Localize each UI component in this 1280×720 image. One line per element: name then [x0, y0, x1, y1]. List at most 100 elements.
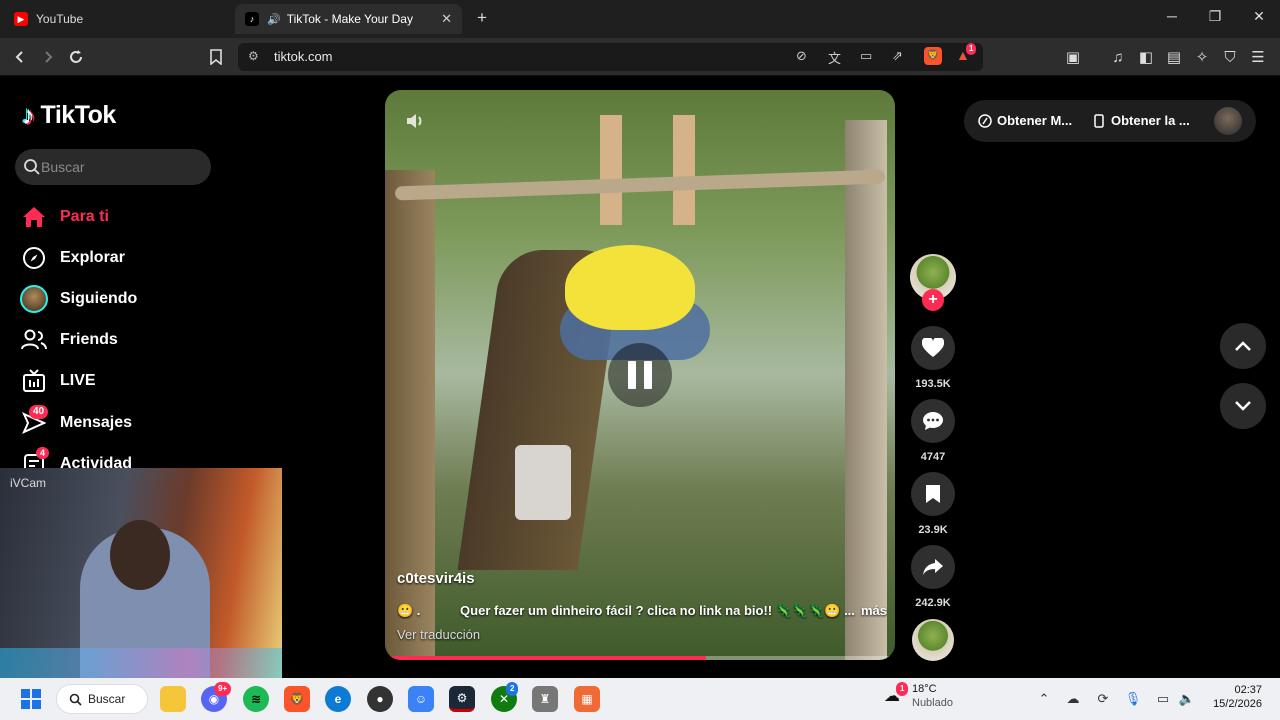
share-arrow-icon[interactable] [911, 545, 955, 589]
tab-title: TikTok - Make Your Day [286, 12, 413, 26]
address-bar[interactable]: ⚙ tiktok.com ⊘ 文 ▭ ⇗ 🦁 ▲ 1 [238, 43, 983, 71]
nav-para-ti[interactable]: Para ti [20, 202, 109, 232]
music-icon[interactable]: ♫ [1108, 47, 1128, 67]
like-action[interactable]: 193.5K [910, 326, 956, 390]
video-scene-bag [515, 445, 571, 520]
windows-start-icon[interactable] [18, 686, 44, 712]
steam-icon[interactable]: ⚙ [449, 686, 475, 712]
bookmark-save-icon[interactable] [911, 472, 955, 516]
spotify-icon[interactable]: ≋ [243, 686, 269, 712]
speaker-icon[interactable]: 🔊 [267, 13, 281, 26]
video-author[interactable]: c0tesvir4is [397, 570, 475, 587]
network-icon[interactable]: ▭ [1154, 690, 1172, 708]
get-app-label: Obtener la ... [1111, 113, 1190, 128]
brave-shields-icon[interactable]: 🦁 [924, 47, 942, 65]
sync-icon[interactable]: ⟳ [1094, 690, 1112, 708]
microphone-icon[interactable]: 🎙 [1124, 690, 1142, 708]
caption-prefix: 😬 . [397, 603, 421, 618]
vpn-shield-icon[interactable]: ⛉ [1220, 47, 1240, 67]
video-scene-legs [600, 115, 695, 225]
video-progress-fill [385, 656, 707, 660]
profile-avatar[interactable] [1214, 107, 1242, 135]
maximize-icon[interactable]: ❐ [1205, 8, 1225, 25]
chevron-down-icon [1235, 401, 1251, 411]
media-off-icon[interactable]: ⊘ [796, 48, 807, 64]
comment-icon[interactable] [911, 399, 955, 443]
like-count: 193.5K [915, 378, 951, 390]
app-icon[interactable]: ● [367, 686, 393, 712]
see-translation-link[interactable]: Ver traducción [397, 627, 480, 642]
get-more-button[interactable]: Obtener M... [978, 113, 1072, 128]
pause-button[interactable] [608, 343, 672, 407]
music-disc-avatar[interactable] [912, 619, 954, 661]
nav-live[interactable]: LIVE [20, 366, 96, 396]
forward-icon[interactable] [38, 47, 58, 67]
reader-mode-icon[interactable]: ▣ [1063, 47, 1083, 67]
nav-siguiendo[interactable]: Siguiendo [20, 284, 137, 314]
volume-tray-icon[interactable]: 🔈 [1178, 690, 1196, 708]
follow-button[interactable]: + [922, 289, 944, 311]
brave-browser-icon[interactable]: 🦁 [284, 686, 310, 712]
discord-badge: 9+ [214, 682, 232, 696]
caption-text: Quer fazer um dinheiro fácil ? clica no … [460, 603, 855, 618]
game-app-icon[interactable]: ♜ [532, 686, 558, 712]
bookmark-icon[interactable] [206, 47, 226, 67]
weather-widget[interactable]: 18°C Nublado [912, 683, 953, 709]
reload-icon[interactable] [66, 47, 86, 67]
site-settings-icon[interactable]: ⚙ [248, 49, 259, 63]
search-box[interactable] [15, 149, 211, 185]
search-input[interactable] [41, 157, 201, 177]
wallet-icon[interactable]: ▤ [1164, 47, 1184, 67]
previous-video-button[interactable] [1220, 323, 1266, 369]
nav-explorar[interactable]: Explorar [20, 243, 125, 273]
nav-label: LIVE [60, 372, 96, 389]
back-icon[interactable] [10, 47, 30, 67]
video-player[interactable]: c0tesvir4is 😬 . Quer fazer um dinheiro f… [385, 90, 895, 660]
taskbar-search[interactable]: Buscar [56, 684, 148, 714]
close-tab-icon[interactable]: ✕ [441, 11, 452, 27]
minimize-icon[interactable]: ─ [1162, 8, 1182, 24]
comment-action[interactable]: 4747 [910, 399, 956, 463]
translate-icon[interactable]: 文 [828, 48, 841, 67]
chevron-up-tray-icon[interactable]: ⌃ [1035, 690, 1053, 708]
tab-title: YouTube [36, 12, 84, 26]
caption-more-link[interactable]: más [861, 603, 887, 618]
leo-ai-icon[interactable]: ✧ [1192, 47, 1212, 67]
get-more-label: Obtener M... [997, 113, 1073, 128]
cast-icon[interactable]: ▭ [860, 48, 872, 64]
edge-icon[interactable]: e [325, 686, 351, 712]
tab-tiktok[interactable]: ♪ 🔊 TikTok - Make Your Day ✕ [235, 4, 462, 34]
menu-icon[interactable]: ☰ [1248, 47, 1268, 67]
share-action[interactable]: 242.9K [910, 545, 956, 609]
cloud-off-icon[interactable]: ☁ [1064, 690, 1082, 708]
file-explorer-icon[interactable] [160, 686, 186, 712]
tab-youtube[interactable]: ▶ YouTube [4, 4, 232, 34]
nav-label: Mensajes [60, 414, 133, 431]
nav-mensajes[interactable]: 40 Mensajes [20, 405, 133, 438]
heart-icon[interactable] [911, 326, 955, 370]
youtube-icon: ▶ [14, 12, 28, 26]
activity-badge: 4 [36, 447, 50, 459]
tiktok-icon: ♪ [245, 12, 259, 26]
next-video-button[interactable] [1220, 383, 1266, 429]
sidebar-toggle-icon[interactable]: ◧ [1136, 47, 1156, 67]
media-app-icon[interactable]: ▦ [574, 686, 600, 712]
share-icon[interactable]: ⇗ [892, 48, 903, 64]
webcam-label: iVCam [10, 476, 47, 490]
nav-friends[interactable]: Friends [20, 325, 118, 355]
get-app-button[interactable]: Obtener la ... [1092, 113, 1190, 128]
new-tab-button[interactable]: + [472, 8, 492, 28]
volume-icon[interactable] [405, 112, 427, 130]
live-tv-icon [20, 367, 48, 395]
tiktok-note-icon: ♪ [22, 100, 35, 130]
save-action[interactable]: 23.9K [910, 472, 956, 536]
tiktok-logo[interactable]: ♪ TikTok [22, 100, 116, 131]
chevron-up-icon [1235, 341, 1251, 351]
finder-icon[interactable]: ☺ [408, 686, 434, 712]
pause-bar-left [628, 361, 636, 389]
rewards-badge: 1 [966, 43, 977, 55]
close-window-icon[interactable]: ✕ [1249, 8, 1269, 25]
pause-bar-right [644, 361, 652, 389]
system-clock[interactable]: 02:37 15/2/2026 [1206, 684, 1262, 710]
video-progress-bar[interactable] [385, 656, 895, 660]
